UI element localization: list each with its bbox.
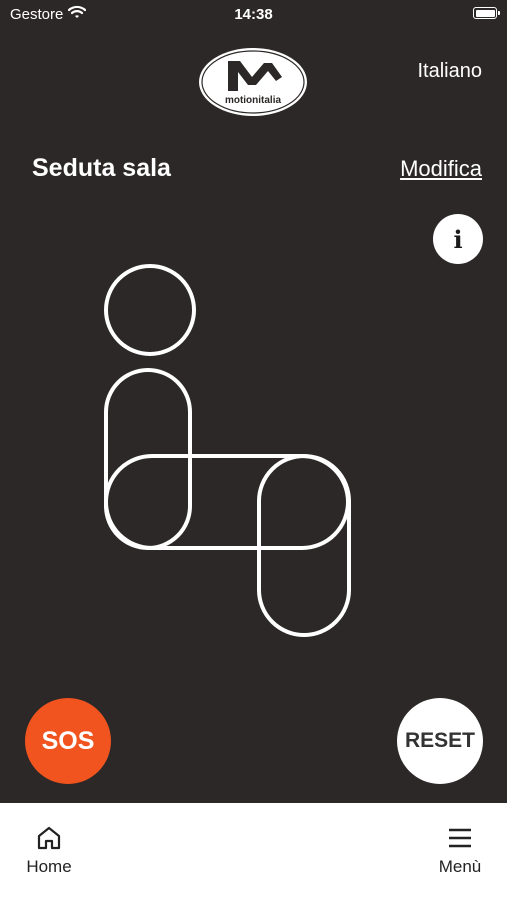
figure-calf (257, 454, 351, 637)
motionitalia-logo: motionitalia (198, 47, 308, 117)
home-icon (22, 825, 76, 851)
status-time: 14:38 (234, 6, 273, 23)
info-icon: i (453, 224, 463, 254)
tab-home-label: Home (26, 857, 72, 876)
reset-button[interactable]: RESET (397, 698, 483, 784)
language-selector[interactable]: Italiano (418, 60, 483, 83)
battery-icon (473, 7, 500, 19)
logo-wordmark: motionitalia (225, 95, 282, 106)
tab-home[interactable]: Home (22, 825, 76, 877)
hamburger-menu-icon (433, 825, 487, 851)
figure-torso (104, 368, 192, 550)
tab-bar: Home Menù (0, 803, 507, 900)
edit-link[interactable]: Modifica (400, 156, 482, 182)
info-button[interactable]: i (433, 214, 483, 264)
tab-menu[interactable]: Menù (433, 825, 487, 877)
status-bar: Gestore 14:38 (0, 0, 507, 30)
tab-menu-label: Menù (438, 857, 482, 876)
sos-button[interactable]: SOS (25, 698, 111, 784)
figure-head (104, 264, 196, 356)
figure-thigh (104, 454, 350, 550)
page-title: Seduta sala (32, 154, 171, 182)
